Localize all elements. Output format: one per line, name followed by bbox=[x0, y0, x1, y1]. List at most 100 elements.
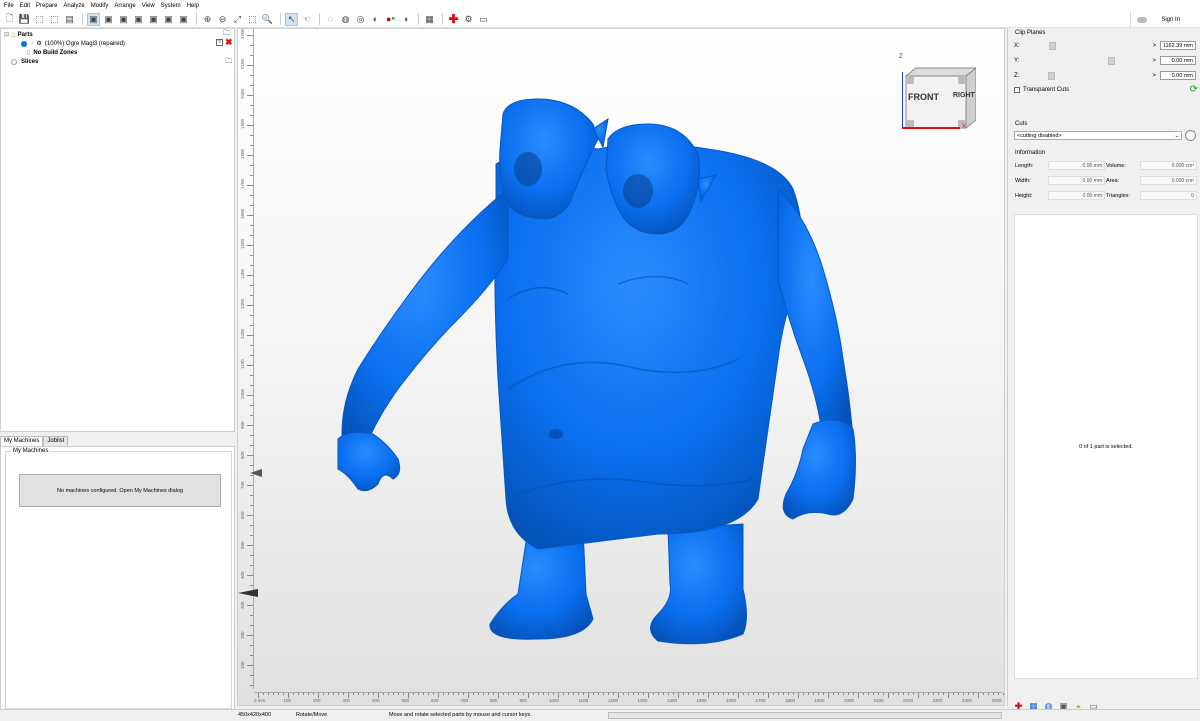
menu-analyze[interactable]: Analyze bbox=[60, 3, 87, 9]
sort-icon[interactable]: ▿ bbox=[216, 39, 223, 46]
axis-z-label: Z bbox=[899, 54, 903, 60]
repair-icon[interactable]: ⚙ bbox=[462, 13, 475, 26]
part-color-icon bbox=[21, 40, 27, 47]
export-icon[interactable]: ⬚ bbox=[48, 13, 61, 26]
parts-folder-icon: △ bbox=[11, 32, 16, 38]
key-icon: ♀ bbox=[30, 40, 35, 47]
print-icon[interactable]: ▤ bbox=[63, 13, 76, 26]
collapse-icon[interactable]: ⊟ bbox=[4, 31, 9, 38]
new-icon[interactable]: 🗋 bbox=[3, 13, 16, 26]
view-left-icon[interactable]: ▣ bbox=[117, 13, 130, 26]
area-value: 0.000 cm² bbox=[1140, 176, 1197, 185]
menu-edit[interactable]: Edit bbox=[17, 3, 33, 9]
clip-x-arrow[interactable]: > bbox=[1153, 43, 1157, 49]
clip-y-slider[interactable] bbox=[1022, 57, 1146, 65]
menu-file[interactable]: File bbox=[0, 3, 17, 9]
zoom-window-icon[interactable]: ⬚ bbox=[246, 13, 259, 26]
clip-y-value[interactable]: 0.00 mm bbox=[1160, 56, 1196, 65]
zoom-fit-icon[interactable]: ⤢ bbox=[231, 13, 244, 26]
view-top-icon[interactable]: ▣ bbox=[147, 13, 160, 26]
ruler-marker-upper-icon bbox=[250, 469, 262, 477]
zoom-in-icon[interactable]: ⊕ bbox=[201, 13, 214, 26]
shading-icon[interactable]: ◎ bbox=[354, 13, 367, 26]
volume-value: 0.000 cm³ bbox=[1140, 161, 1197, 170]
lasso-icon[interactable]: ☜ bbox=[300, 13, 313, 26]
pointer-icon[interactable]: ↖ bbox=[285, 12, 298, 26]
clip-z-arrow[interactable]: > bbox=[1152, 73, 1156, 79]
area-label: Area: bbox=[1106, 178, 1120, 184]
open-slices-icon[interactable]: 🗀 bbox=[225, 57, 232, 68]
machines-group-label: My Machines bbox=[11, 448, 51, 454]
clip-x-slider[interactable] bbox=[1023, 42, 1147, 50]
menu-arrange[interactable]: Arrange bbox=[111, 3, 138, 9]
selection-message: 0 of 1 part is selected. bbox=[1079, 443, 1133, 450]
selection-info-area: 0 of 1 part is selected. bbox=[1014, 214, 1198, 679]
clip-z-value[interactable]: 0.00 mm bbox=[1160, 71, 1196, 80]
3d-viewport[interactable]: 2200 2100 2000 1900 1800 1700 1600 1500 1400 1300… bbox=[237, 28, 1005, 706]
cloud-icon bbox=[1137, 16, 1147, 23]
length-label: Length: bbox=[1015, 163, 1034, 169]
open-machines-button[interactable]: No machines configured. Open My Machines… bbox=[19, 474, 221, 507]
menu-prepare[interactable]: Prepare bbox=[33, 3, 60, 9]
menu-help[interactable]: Help bbox=[184, 3, 202, 9]
ogre-model[interactable] bbox=[238, 29, 1005, 706]
more-tools-icon[interactable]: ▭ bbox=[477, 13, 490, 26]
ruler-marker-lower-icon bbox=[238, 589, 258, 597]
clip-z-slider[interactable] bbox=[1022, 72, 1146, 80]
menu-view[interactable]: View bbox=[139, 3, 158, 9]
wireframe-icon[interactable]: ◍ bbox=[339, 13, 352, 26]
clip-x-row: X: > 1162.39 mm bbox=[1014, 40, 1198, 51]
repair-status-icon: ⚙ bbox=[36, 41, 42, 47]
machines-tabs: My Machines Joblist bbox=[0, 436, 235, 446]
cuts-dropdown[interactable]: <cutting disabled> ⌄ bbox=[1014, 131, 1182, 140]
sign-in-area[interactable]: Sign In bbox=[1130, 11, 1200, 28]
clip-z-row: Z: > 0.00 mm bbox=[1014, 70, 1198, 81]
information-title: Information bbox=[1015, 150, 1046, 156]
sign-in-label[interactable]: Sign In bbox=[1161, 17, 1180, 23]
width-label: Width: bbox=[1015, 178, 1031, 184]
delete-icon[interactable]: ✖ bbox=[225, 37, 233, 48]
color-icon[interactable]: ● ● bbox=[384, 13, 397, 26]
save-icon[interactable]: 💾 bbox=[18, 13, 31, 26]
cut-settings-icon[interactable] bbox=[1185, 130, 1196, 141]
slices-radio-icon[interactable] bbox=[11, 58, 17, 65]
import-icon[interactable]: ⬚ bbox=[33, 13, 46, 26]
view-front-icon[interactable]: ▣ bbox=[87, 12, 100, 26]
toolbar: 🗋 💾 ⬚ ⬚ ▤ ▣ ▣ ▣ ▣ ▣ ▣ ▣ ⊕ ⊖ ⤢ ⬚ 🔍 ↖ ☜ ◌ … bbox=[0, 11, 1200, 28]
axis-x-label: X bbox=[962, 124, 967, 130]
status-mode: Rotate/Move bbox=[296, 712, 328, 718]
clip-y-arrow[interactable]: > bbox=[1152, 58, 1156, 64]
transparency-icon[interactable]: ◑ bbox=[399, 13, 412, 26]
add-part-icon[interactable]: ✚ bbox=[447, 12, 460, 26]
menu-system[interactable]: System bbox=[158, 3, 184, 9]
section-icon[interactable]: ◐ bbox=[369, 13, 382, 26]
chevron-down-icon: ⌄ bbox=[1174, 133, 1179, 139]
status-dimensions: 450x420x400 bbox=[238, 712, 272, 718]
tab-my-machines[interactable]: My Machines bbox=[0, 436, 44, 446]
tree-parts-node[interactable]: ⊟ △ Parts bbox=[4, 30, 33, 39]
tab-joblist[interactable]: Joblist bbox=[43, 436, 69, 446]
clip-y-row: Y: > 0.00 mm bbox=[1014, 55, 1198, 66]
clip-x-value[interactable]: 1162.39 mm bbox=[1160, 41, 1196, 50]
tree-slices-node[interactable]: Slices bbox=[11, 57, 38, 66]
refresh-icon[interactable]: ⟳ bbox=[1190, 84, 1198, 95]
magnifier-icon[interactable]: 🔍 bbox=[261, 13, 274, 26]
view-cube[interactable]: FRONT RIGHT Z X bbox=[899, 54, 978, 131]
tree-part-item[interactable]: ♀ ⚙ (100%) Ogre Magi3 (repaired) bbox=[21, 39, 125, 48]
tree-no-build-zones[interactable]: ▯ No Build Zones bbox=[27, 48, 77, 57]
length-value: 0.00 mm bbox=[1048, 161, 1105, 170]
measure-icon[interactable]: ▦ bbox=[423, 13, 436, 26]
render-icon[interactable]: ◌ bbox=[324, 13, 337, 26]
transparent-cuts-checkbox[interactable] bbox=[1014, 86, 1020, 93]
cube-front-label[interactable]: FRONT bbox=[908, 92, 939, 102]
zoom-out-icon[interactable]: ⊖ bbox=[216, 13, 229, 26]
view-back-icon[interactable]: ▣ bbox=[102, 13, 115, 26]
cube-right-label[interactable]: RIGHT bbox=[953, 92, 975, 99]
menu-modify[interactable]: Modify bbox=[88, 3, 112, 9]
transparent-cuts-row[interactable]: Transparent Cuts ⟳ bbox=[1014, 84, 1198, 95]
view-right-icon[interactable]: ▣ bbox=[132, 13, 145, 26]
view-bottom-icon[interactable]: ▣ bbox=[162, 13, 175, 26]
progress-bar bbox=[608, 712, 1002, 719]
view-iso-icon[interactable]: ▣ bbox=[177, 13, 190, 26]
triangles-value: 0 bbox=[1140, 191, 1197, 200]
